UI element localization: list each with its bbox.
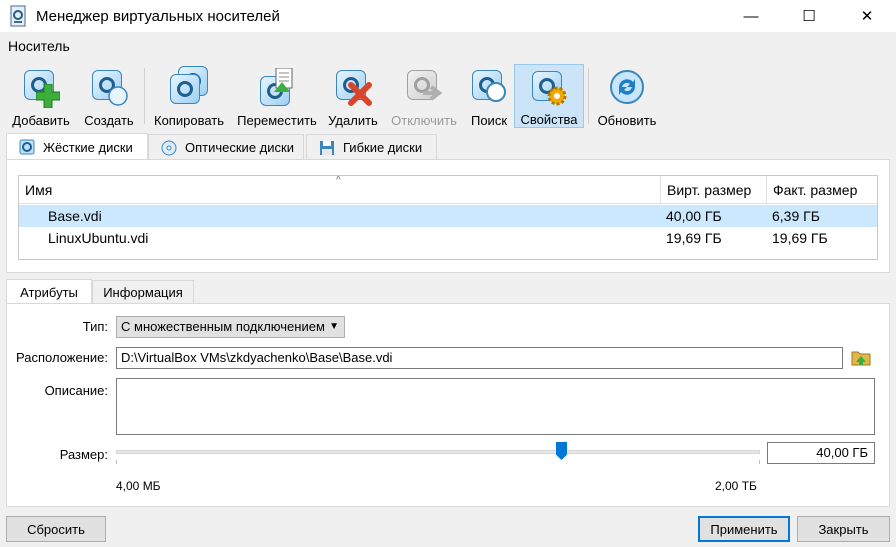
- tab-floppy-disks[interactable]: Гибкие диски: [306, 134, 437, 160]
- copy-label: Копировать: [154, 113, 224, 128]
- window-title: Менеджер виртуальных носителей: [36, 7, 280, 25]
- release-label: Отключить: [391, 113, 457, 128]
- title-bar: Менеджер виртуальных носителей — ☐ ✕: [0, 0, 896, 32]
- choose-location-button[interactable]: [851, 347, 871, 367]
- column-actual-size[interactable]: Факт. размер: [766, 176, 877, 204]
- tab-floppy-disks-label: Гибкие диски: [343, 140, 423, 155]
- chevron-down-icon: ▼: [329, 321, 339, 332]
- minimize-button[interactable]: —: [722, 0, 780, 32]
- type-label: Тип:: [82, 319, 108, 334]
- folder-icon: [851, 351, 871, 366]
- column-virtual-size[interactable]: Вирт. размер: [660, 176, 765, 204]
- optical-disk-icon: [161, 140, 177, 156]
- table-row[interactable]: Base.vdi 40,00 ГБ 6,39 ГБ: [19, 205, 877, 227]
- toolbar-separator: [588, 68, 589, 124]
- toolbar: Добавить Создать Копировать Переместить …: [0, 62, 896, 130]
- copy-disk-icon: [170, 66, 208, 106]
- slider-tick: [759, 460, 760, 464]
- create-button[interactable]: Создать: [78, 64, 140, 128]
- close-button[interactable]: Закрыть: [797, 516, 890, 542]
- description-field[interactable]: [116, 378, 875, 435]
- tab-optical-disks[interactable]: Оптические диски: [148, 134, 304, 160]
- add-label: Добавить: [12, 113, 70, 128]
- copy-button[interactable]: Копировать: [150, 64, 228, 128]
- search-disk-icon: [470, 68, 508, 106]
- location-field[interactable]: D:\VirtualBox VMs\zkdyachenko\Base\Base.…: [116, 347, 843, 369]
- row-actual-size: 6,39 ГБ: [772, 208, 820, 224]
- list-header: Имя ^ Вирт. размер Факт. размер: [19, 175, 877, 204]
- size-label: Размер:: [59, 447, 108, 462]
- menu-media[interactable]: Носитель: [8, 38, 70, 54]
- description-label: Описание:: [44, 383, 108, 398]
- search-button[interactable]: Поиск: [466, 64, 512, 128]
- remove-disk-icon: [334, 68, 372, 106]
- apply-button[interactable]: Применить: [698, 516, 790, 542]
- move-label: Переместить: [237, 113, 317, 128]
- tab-attributes[interactable]: Атрибуты: [6, 279, 92, 304]
- properties-button[interactable]: Свойства: [514, 64, 584, 128]
- floppy-disk-icon: [319, 140, 335, 156]
- size-min-label: 4,00 МБ: [116, 479, 161, 493]
- type-combobox[interactable]: С множественным подключением ▼: [116, 316, 345, 338]
- media-manager-app-icon: [8, 5, 28, 27]
- tab-hard-disks-label: Жёсткие диски: [43, 139, 133, 155]
- refresh-button[interactable]: Обновить: [594, 64, 660, 128]
- refresh-label: Обновить: [597, 113, 657, 128]
- size-field[interactable]: 40,00 ГБ: [767, 442, 875, 464]
- row-actual-size: 19,69 ГБ: [772, 230, 828, 246]
- move-button[interactable]: Переместить: [234, 64, 320, 128]
- move-disk-icon: [258, 68, 296, 106]
- row-name: LinuxUbuntu.vdi: [48, 230, 149, 246]
- tab-information[interactable]: Информация: [92, 280, 194, 304]
- add-button[interactable]: Добавить: [8, 64, 74, 128]
- remove-label: Удалить: [328, 113, 378, 128]
- row-virtual-size: 19,69 ГБ: [666, 230, 722, 246]
- tab-hard-disks[interactable]: Жёсткие диски: [6, 133, 148, 160]
- row-name: Base.vdi: [48, 208, 102, 224]
- sort-ascending-icon: ^: [336, 175, 341, 186]
- hard-disk-icon: [19, 139, 35, 155]
- location-label: Расположение:: [16, 350, 108, 365]
- properties-gear-icon: [530, 69, 568, 106]
- row-virtual-size: 40,00 ГБ: [666, 208, 722, 224]
- media-list[interactable]: Имя ^ Вирт. размер Факт. размер Base.vdi…: [18, 175, 878, 260]
- create-disk-icon: [90, 68, 128, 106]
- reset-button[interactable]: Сбросить: [6, 516, 106, 542]
- properties-label: Свойства: [520, 112, 578, 127]
- close-window-button[interactable]: ✕: [838, 0, 896, 32]
- column-name[interactable]: Имя: [19, 176, 665, 204]
- refresh-icon: [608, 68, 646, 106]
- search-label: Поиск: [470, 113, 508, 128]
- table-row[interactable]: LinuxUbuntu.vdi 19,69 ГБ 19,69 ГБ: [19, 227, 877, 249]
- tab-optical-disks-label: Оптические диски: [185, 140, 294, 155]
- release-button[interactable]: Отключить: [388, 64, 460, 128]
- toolbar-separator: [144, 68, 145, 124]
- media-list-panel: Имя ^ Вирт. размер Факт. размер Base.vdi…: [6, 159, 890, 273]
- release-disk-icon: [405, 68, 443, 106]
- menu-bar: Носитель: [0, 34, 896, 58]
- add-disk-icon: [22, 68, 60, 108]
- remove-button[interactable]: Удалить: [324, 64, 382, 128]
- size-slider[interactable]: [116, 450, 760, 454]
- type-value: С множественным подключением: [121, 319, 325, 334]
- create-label: Создать: [84, 113, 134, 128]
- slider-tick: [116, 460, 117, 464]
- maximize-button[interactable]: ☐: [780, 0, 838, 32]
- size-max-label: 2,00 ТБ: [715, 479, 757, 493]
